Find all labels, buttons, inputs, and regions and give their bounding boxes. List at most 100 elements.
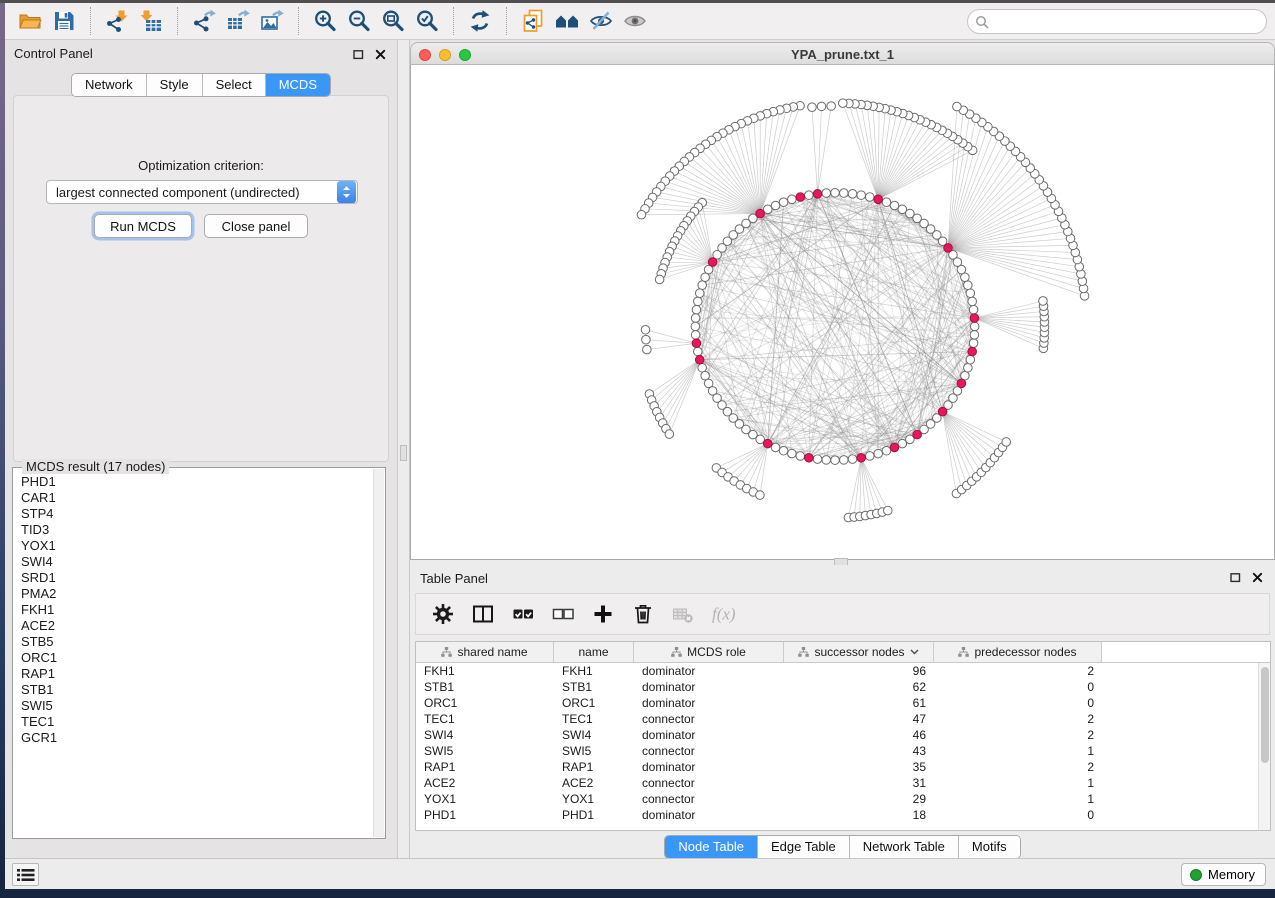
network-node[interactable]: [839, 189, 848, 198]
network-node[interactable]: [1002, 438, 1011, 447]
network-node[interactable]: [831, 188, 840, 197]
table-mode-gear-button[interactable]: [430, 601, 456, 627]
mcds-result-item[interactable]: SWI4: [14, 554, 373, 570]
network-node[interactable]: [969, 305, 978, 314]
network-node[interactable]: [898, 205, 907, 214]
search-input[interactable]: [967, 9, 1267, 34]
network-node[interactable]: [848, 190, 857, 199]
table-row[interactable]: FKH1FKH1dominator962: [416, 663, 1270, 679]
network-node[interactable]: [969, 339, 978, 348]
network-node[interactable]: [805, 191, 814, 200]
table-row[interactable]: ACE2ACE2connector311: [416, 775, 1270, 791]
mcds-result-item[interactable]: FKH1: [14, 602, 373, 618]
mcds-node[interactable]: [968, 347, 977, 356]
tab-node-table[interactable]: Node Table: [665, 836, 758, 858]
close-panel-button[interactable]: Close panel: [204, 214, 308, 238]
import-table-button[interactable]: [134, 5, 168, 37]
mcds-node[interactable]: [957, 379, 966, 388]
network-node[interactable]: [964, 281, 973, 290]
control-panel-float-icon[interactable]: [351, 47, 365, 61]
network-node[interactable]: [756, 491, 765, 500]
network-node[interactable]: [665, 430, 674, 439]
mcds-node[interactable]: [692, 339, 701, 348]
delete-columns-button[interactable]: [630, 601, 656, 627]
show-all-button[interactable]: [618, 5, 652, 37]
mcds-node[interactable]: [813, 190, 822, 199]
network-node[interactable]: [698, 363, 707, 372]
open-file-button[interactable]: [13, 5, 47, 37]
create-column-button[interactable]: [590, 601, 616, 627]
mcds-result-item[interactable]: GCR1: [14, 730, 373, 746]
network-node[interactable]: [691, 331, 700, 340]
network-node[interactable]: [817, 102, 826, 111]
column-header-shared-name[interactable]: shared name: [416, 642, 554, 662]
network-node[interactable]: [874, 449, 883, 458]
mcds-result-item[interactable]: RAP1: [14, 666, 373, 682]
network-node[interactable]: [813, 455, 822, 464]
tab-edge-table[interactable]: Edge Table: [758, 836, 850, 858]
function-builder-button[interactable]: f(x): [710, 601, 736, 627]
table-row[interactable]: SWI4SWI4dominator462: [416, 727, 1270, 743]
mcds-node[interactable]: [763, 439, 772, 448]
network-node[interactable]: [655, 275, 664, 284]
mcds-node[interactable]: [913, 430, 922, 439]
column-header-successor-nodes[interactable]: successor nodes: [784, 642, 934, 662]
network-node[interactable]: [771, 201, 780, 210]
network-node[interactable]: [966, 289, 975, 298]
vertical-splitter-handle[interactable]: [400, 445, 407, 461]
tab-network-table[interactable]: Network Table: [850, 836, 959, 858]
mcds-result-item[interactable]: STB1: [14, 682, 373, 698]
show-columns-button[interactable]: [470, 601, 496, 627]
network-node[interactable]: [857, 191, 866, 200]
network-node[interactable]: [822, 189, 831, 198]
mcds-result-item[interactable]: ACE2: [14, 618, 373, 634]
network-node[interactable]: [968, 297, 977, 306]
network-node[interactable]: [643, 345, 652, 354]
run-mcds-button[interactable]: Run MCDS: [94, 214, 192, 238]
table-panel-close-icon[interactable]: [1250, 570, 1264, 584]
tab-mcds[interactable]: MCDS: [266, 74, 330, 96]
zoom-out-button[interactable]: [342, 5, 376, 37]
table-row[interactable]: SWI5SWI5connector431: [416, 743, 1270, 759]
tab-network[interactable]: Network: [72, 74, 147, 96]
mcds-result-item[interactable]: TEC1: [14, 714, 373, 730]
export-network-button[interactable]: [187, 5, 221, 37]
network-node[interactable]: [694, 297, 703, 306]
first-neighbors-button[interactable]: [550, 5, 584, 37]
tab-select[interactable]: Select: [203, 74, 266, 96]
mcds-result-item[interactable]: STP4: [14, 506, 373, 522]
column-header-name[interactable]: name: [554, 642, 634, 662]
mcds-result-item[interactable]: YOX1: [14, 538, 373, 554]
network-node[interactable]: [695, 289, 704, 298]
network-node[interactable]: [1039, 297, 1048, 306]
network-node[interactable]: [692, 305, 701, 314]
mcds-result-item[interactable]: SWI5: [14, 698, 373, 714]
network-node[interactable]: [953, 102, 962, 111]
network-node[interactable]: [808, 103, 817, 112]
network-node[interactable]: [890, 201, 899, 210]
network-node[interactable]: [779, 198, 788, 207]
mcds-result-item[interactable]: STB5: [14, 634, 373, 650]
network-node[interactable]: [848, 455, 857, 464]
network-node[interactable]: [796, 452, 805, 461]
network-window-titlebar[interactable]: YPA_prune.txt_1: [410, 42, 1275, 65]
network-node[interactable]: [865, 452, 874, 461]
network-node[interactable]: [839, 456, 848, 465]
network-node[interactable]: [964, 363, 973, 372]
network-node[interactable]: [701, 273, 710, 282]
memory-button[interactable]: Memory: [1181, 863, 1266, 886]
table-row[interactable]: STB1STB1dominator620: [416, 679, 1270, 695]
network-node[interactable]: [788, 195, 797, 204]
network-node[interactable]: [694, 347, 703, 356]
network-node[interactable]: [637, 210, 646, 219]
mcds-result-item[interactable]: PHD1: [14, 474, 373, 490]
table-panel-float-icon[interactable]: [1228, 570, 1242, 584]
select-all-columns-button[interactable]: [510, 601, 536, 627]
table-row[interactable]: TEC1TEC1connector472: [416, 711, 1270, 727]
delete-table-button[interactable]: [670, 601, 696, 627]
refresh-button[interactable]: [463, 5, 497, 37]
network-node[interactable]: [839, 99, 848, 108]
tab-style[interactable]: Style: [147, 74, 203, 96]
mcds-node[interactable]: [938, 407, 947, 416]
network-node[interactable]: [831, 456, 840, 465]
